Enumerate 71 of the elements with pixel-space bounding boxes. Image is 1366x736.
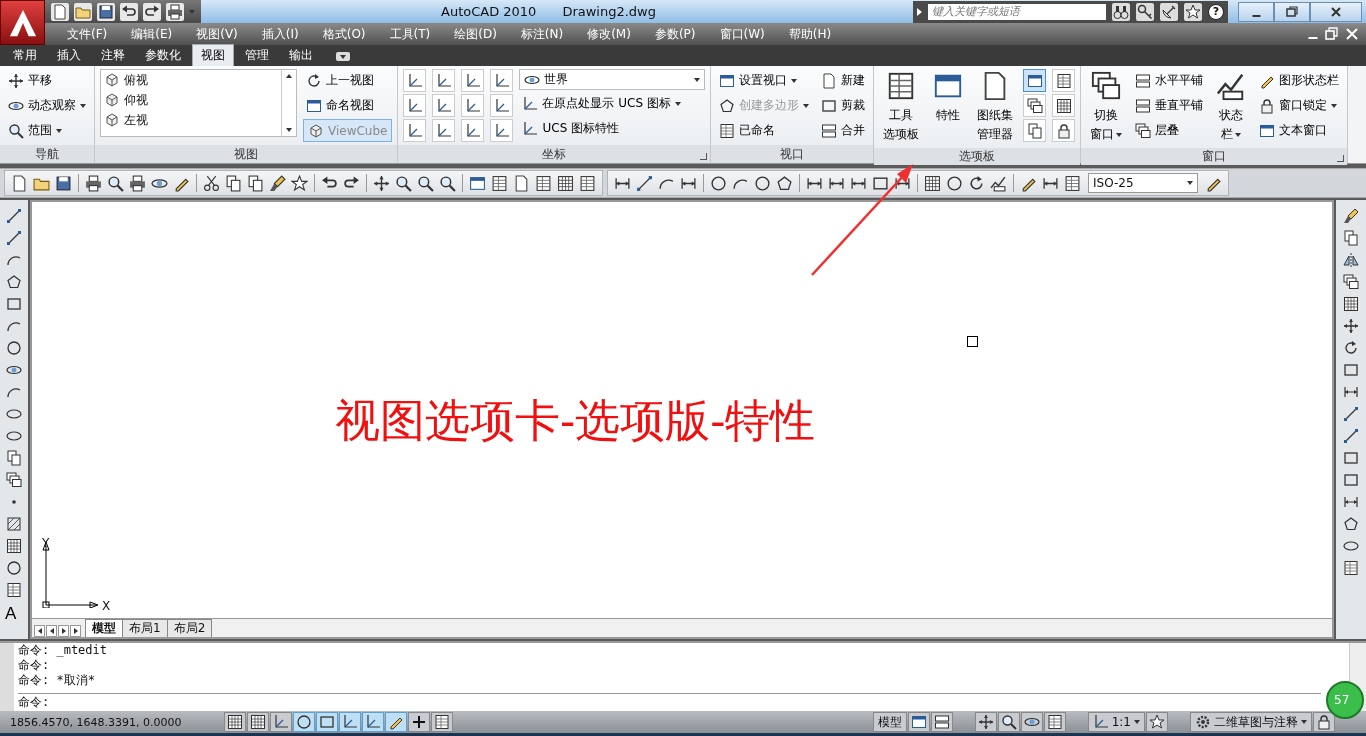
ribbon-button[interactable]: 文本窗口 (1256, 119, 1343, 142)
x-axis-label: X (102, 599, 111, 613)
command-history-line: 命令: _mtedit (18, 643, 109, 658)
menu-item[interactable]: 帮助(H) (776, 25, 844, 43)
panel-title: 视口 (780, 145, 805, 163)
ribbon-large-button[interactable]: 图纸集 管理器 (973, 69, 1018, 145)
layout-tab[interactable]: 模型 (85, 619, 123, 637)
ribbon-button[interactable]: 动态观察 (5, 94, 89, 117)
menu-item[interactable]: 绘图(D) (442, 25, 509, 43)
ribbon-button[interactable]: 已命名 (716, 119, 813, 142)
ribbon-tab[interactable]: 视图 (192, 44, 234, 66)
menu-item[interactable]: 文件(F) (55, 25, 120, 43)
ribbon-button[interactable]: 合并 (818, 119, 869, 142)
search-field[interactable]: 键入关键字或短语 (928, 3, 1106, 20)
command-history-line: 命令: *取消* (18, 673, 96, 688)
ribbon-large-button[interactable]: 特性 (929, 69, 968, 126)
panel-title: 坐标 (542, 145, 567, 163)
menu-item[interactable]: 格式(O) (310, 25, 378, 43)
command-history-line: 命令: (18, 658, 51, 673)
ribbon-tab[interactable]: 常用 (4, 44, 46, 66)
ribbon-button[interactable]: UCS 图标特性 (519, 117, 706, 140)
menu-item[interactable]: 工具(T) (377, 25, 443, 43)
ribbon-button[interactable]: 平移 (5, 69, 89, 92)
panel-title: 窗口 (1202, 148, 1227, 165)
menu-item[interactable]: 参数(P) (642, 25, 708, 43)
menu-item[interactable]: 插入(I) (249, 25, 311, 43)
dim-style-dropdown[interactable]: ISO-25 (1088, 173, 1198, 193)
menu-item[interactable]: 修改(M) (575, 25, 643, 43)
panel-title: 导航 (35, 145, 59, 163)
app-title: AutoCAD 2010 (441, 4, 537, 19)
annotation-scale-button[interactable]: 1:1 (1087, 712, 1145, 732)
ribbon-tab[interactable]: 输出 (280, 44, 322, 66)
view-list[interactable]: 俯视 仰视 左视 (100, 69, 297, 137)
menu-item[interactable]: 标注(N) (508, 25, 576, 43)
layout-tab[interactable]: 布局1 (122, 619, 168, 637)
ribbon-large-button[interactable]: 工具 选项板 (879, 69, 924, 145)
view-list-item[interactable]: 左视 (101, 110, 281, 130)
ribbon-tab[interactable]: 注释 (92, 44, 134, 66)
menu-item[interactable]: 窗口(W) (707, 25, 777, 43)
layout-tab[interactable]: 布局2 (166, 619, 213, 637)
ribbon-button[interactable]: 图形状态栏 (1256, 69, 1343, 92)
document-title: Drawing2.dwg (562, 4, 656, 19)
ribbon-tab[interactable]: 插入 (48, 44, 90, 66)
help-button[interactable]: ? (1208, 3, 1224, 20)
workspace-button[interactable]: 二维草图与注释 (1190, 712, 1312, 732)
view-list-item[interactable]: 俯视 (101, 70, 281, 90)
view-list-item[interactable]: 仰视 (101, 90, 281, 110)
ucs-dropdown[interactable]: 世界 (519, 69, 706, 90)
ribbon-button[interactable]: 窗口锁定 (1256, 94, 1343, 117)
ribbon-button[interactable]: 水平平铺 (1132, 69, 1207, 92)
coordinates-readout: 1856.4570, 1648.3391, 0.0000 (9, 715, 183, 729)
ribbon-button[interactable]: 垂直平铺 (1132, 94, 1207, 117)
text-tool-button[interactable]: A (3, 602, 25, 626)
panel-title: 选项板 (959, 148, 996, 165)
annotation-text: 视图选项卡-选项版-特性 (335, 398, 816, 443)
ribbon-button[interactable]: 设置视口 (716, 69, 813, 92)
menu-item[interactable]: 视图(V) (184, 25, 250, 43)
panel-title: 视图 (234, 145, 259, 163)
ribbon-button[interactable]: 范围 (5, 119, 89, 142)
model-space-button[interactable]: 模型 (872, 712, 907, 732)
ribbon-tab[interactable]: 参数化 (136, 44, 190, 66)
ribbon-tab[interactable]: 管理 (236, 44, 278, 66)
ribbon-button[interactable]: 新建 (818, 69, 869, 92)
ribbon-large-button[interactable]: 切换 窗口 (1086, 69, 1127, 145)
ribbon-large-button[interactable]: 状态 栏 (1212, 69, 1251, 145)
menu-item[interactable]: 编辑(E) (119, 25, 185, 43)
ribbon-button[interactable]: 命名视图 (303, 94, 393, 117)
ribbon-button[interactable]: 上一视图 (303, 69, 393, 92)
ribbon-button[interactable]: 剪裁 (818, 94, 869, 117)
ribbon-button[interactable]: 在原点处显示 UCS 图标 (519, 92, 706, 115)
ribbon-button[interactable]: 层叠 (1132, 119, 1207, 142)
